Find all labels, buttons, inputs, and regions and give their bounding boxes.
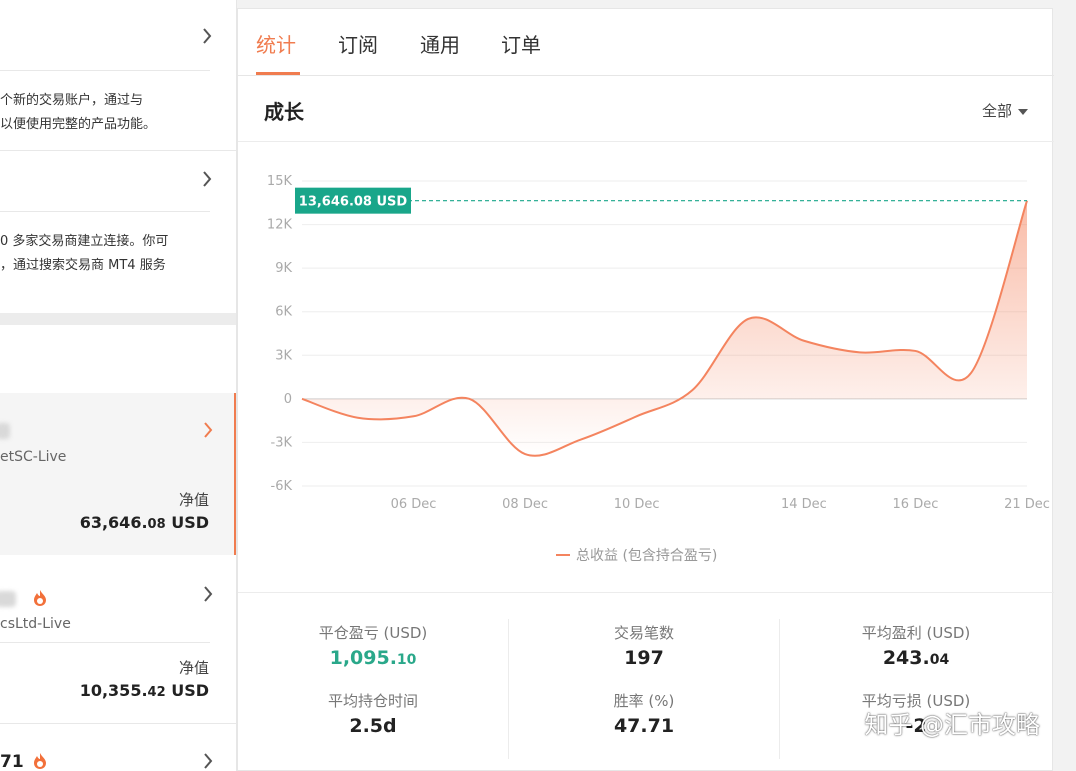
- watermark: 知乎 @汇市攻略: [864, 711, 1040, 739]
- y-tick-label: 6K: [275, 305, 292, 320]
- x-tick-label: 14 Dec: [781, 497, 827, 512]
- intro-text-line2: 以便使用完整的产品功能。: [0, 117, 157, 132]
- chevron-right-icon[interactable]: [202, 27, 212, 45]
- legend-label: 总收益 (包含持合盈亏): [576, 548, 717, 564]
- equity-label: 净值: [178, 491, 209, 509]
- y-tick-label: 0: [284, 392, 292, 407]
- y-tick-label: -6K: [271, 479, 293, 494]
- broker-text-line1: 0 多家交易商建立连接。你可: [0, 234, 169, 249]
- blurred-account-name: [0, 591, 16, 607]
- stat-value-avg-profit: 243.04: [882, 647, 950, 669]
- divider: [0, 70, 210, 71]
- intro-text-line1: 个新的交易账户，通过与: [0, 93, 144, 108]
- fire-badge-icon: [31, 752, 49, 770]
- stat-label-trade-count: 交易笔数: [613, 624, 674, 642]
- account-card[interactable]: 71: [0, 724, 236, 771]
- last-value-label: 13,646.08 USD: [299, 195, 408, 210]
- stat-value-closed-pnl: 1,095.10: [329, 647, 417, 669]
- y-tick-label: 12K: [267, 218, 293, 233]
- divider: [779, 619, 780, 759]
- stat-value-win-rate: 47.71: [613, 715, 675, 737]
- stats-panel: 统计 订阅 通用 订单 成长 全部 15K 12K 9K 6K 3K 0 -3K -6K 06 …: [237, 8, 1054, 771]
- broker-text-line2: ，通过搜索交易商 MT4 服务: [0, 258, 166, 273]
- x-tick-label: 16 Dec: [893, 497, 939, 512]
- divider: [508, 619, 509, 759]
- equity-value: 10,355.42 USD: [79, 681, 209, 700]
- stat-label-win-rate: 胜率 (%): [613, 692, 675, 710]
- stat-label-avg-profit: 平均盈利 (USD): [861, 624, 971, 642]
- x-tick-label: 06 Dec: [391, 497, 437, 512]
- divider: [0, 642, 210, 643]
- account-server: etSC-Live: [0, 449, 67, 465]
- stat-label-closed-pnl: 平仓盈亏 (USD): [318, 624, 428, 642]
- equity-label: 净值: [178, 659, 209, 677]
- section-separator: [0, 313, 236, 325]
- y-tick-label: 15K: [267, 174, 293, 189]
- chevron-right-icon[interactable]: [203, 421, 213, 439]
- account-server: csLtd-Live: [0, 616, 71, 632]
- account-name: 71: [0, 752, 24, 771]
- account-sidebar: 个新的交易账户，通过与 以便使用完整的产品功能。 0 多家交易商建立连接。你可 …: [0, 0, 237, 771]
- stat-label-avg-hold-time: 平均持仓时间: [327, 692, 418, 710]
- y-tick-label: -3K: [271, 435, 293, 450]
- account-card[interactable]: csLtd-Live 净值 10,355.42 USD: [0, 555, 236, 723]
- blurred-account-name: [0, 423, 10, 439]
- equity-value: 63,646.08 USD: [79, 513, 209, 532]
- chevron-right-icon[interactable]: [203, 585, 213, 603]
- chevron-right-icon[interactable]: [202, 170, 212, 188]
- divider: [238, 592, 1054, 593]
- growth-chart: 15K 12K 9K 6K 3K 0 -3K -6K 06 Dec 08 Dec 10 Dec 14 …: [267, 174, 1050, 564]
- divider: [0, 150, 236, 151]
- account-card-active[interactable]: etSC-Live 净值 63,646.08 USD: [0, 393, 236, 555]
- divider: [0, 211, 210, 212]
- chevron-right-icon[interactable]: [203, 752, 213, 770]
- stat-value-trade-count: 197: [624, 647, 664, 669]
- fire-badge-icon: [31, 589, 49, 607]
- y-tick-label: 3K: [275, 348, 292, 363]
- series-line: [301, 200, 1028, 457]
- x-tick-label: 10 Dec: [614, 497, 660, 512]
- y-tick-label: 9K: [275, 261, 292, 276]
- stat-value-avg-hold-time: 2.5d: [349, 715, 397, 737]
- x-tick-label: 08 Dec: [502, 497, 548, 512]
- x-tick-label: 21 Dec: [1004, 497, 1050, 512]
